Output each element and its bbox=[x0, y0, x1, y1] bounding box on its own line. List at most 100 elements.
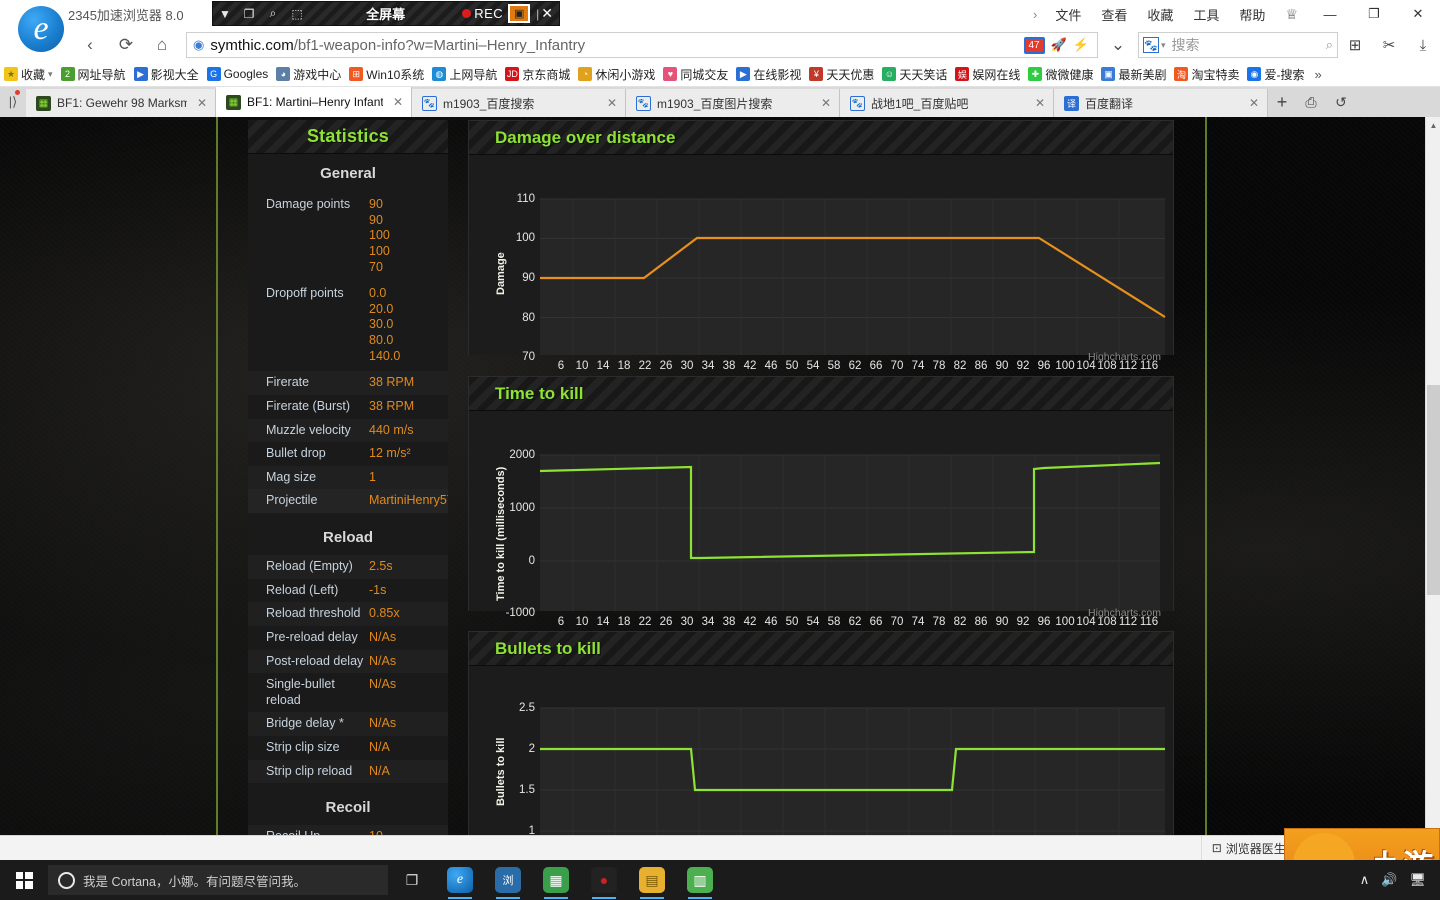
magnifier-icon[interactable]: ⌕ bbox=[261, 6, 285, 21]
restore-tab-icon[interactable]: ↺ bbox=[1326, 87, 1356, 117]
chart-credit[interactable]: Highcharts.com bbox=[1088, 351, 1161, 363]
windows-start-icon[interactable] bbox=[0, 860, 48, 900]
x-tick: 18 bbox=[617, 616, 631, 628]
fullscreen-label[interactable]: 全屏幕 bbox=[309, 4, 462, 23]
search-bar[interactable]: 🐾 ▾ 搜索 ⌕ bbox=[1138, 32, 1338, 58]
bookmark-item[interactable]: ◔ 休闲小游戏 bbox=[574, 62, 659, 86]
chevron-down-icon[interactable]: ▼ bbox=[213, 7, 237, 21]
skin-icon[interactable]: ♕ bbox=[1275, 6, 1308, 23]
bookmark-item[interactable]: ◉ 爱-搜索 bbox=[1243, 62, 1308, 86]
cortana-search-box[interactable]: 我是 Cortana，小娜。有问题尽管问我。 bbox=[48, 865, 388, 895]
browser-doctor-button[interactable]: ⊡ 浏览器医生 bbox=[1200, 835, 1296, 861]
tab-close-icon[interactable]: ✕ bbox=[817, 96, 831, 110]
bookmark-favorites[interactable]: ★ 收藏 ▾ bbox=[0, 62, 57, 86]
back-button[interactable]: ‹ bbox=[72, 30, 108, 60]
rocket-icon[interactable]: 🚀 bbox=[1051, 37, 1067, 53]
maximize-button[interactable]: ❐ bbox=[1352, 0, 1396, 28]
bookmark-item[interactable]: ▶ 在线影视 bbox=[732, 62, 805, 86]
taskbar-notepad-icon[interactable]: ▥ bbox=[676, 860, 724, 900]
close-icon[interactable]: ✕ bbox=[541, 5, 559, 22]
tab-baidu-translate[interactable]: 译 百度翻译 ✕ bbox=[1054, 89, 1268, 117]
url-text[interactable]: symthic.com/bf1-weapon-info?w=Martini–He… bbox=[210, 37, 585, 54]
chevron-down-icon[interactable]: ▾ bbox=[48, 69, 53, 80]
scissors-icon[interactable]: ✂ bbox=[1372, 30, 1406, 60]
task-view-icon[interactable]: ❐ bbox=[388, 860, 436, 900]
taskbar-edge-icon[interactable]: e bbox=[436, 860, 484, 900]
tab-bf1-tieba[interactable]: 🐾 战地1吧_百度贴吧 ✕ bbox=[840, 89, 1054, 117]
chevron-up-icon[interactable]: ∧ bbox=[1360, 872, 1370, 888]
bookmarks-overflow-icon[interactable]: » bbox=[1308, 67, 1327, 82]
tab-close-icon[interactable]: ✕ bbox=[193, 96, 207, 110]
bookmark-item[interactable]: ◕ 游戏中心 bbox=[272, 62, 345, 86]
bookmark-item[interactable]: ¥ 天天优惠 bbox=[805, 62, 878, 86]
home-button[interactable]: ⌂ bbox=[144, 30, 180, 60]
bookmark-item[interactable]: 娱娱网在线 bbox=[951, 62, 1024, 86]
tab-m1903-search[interactable]: 🐾 m1903_百度搜索 ✕ bbox=[412, 89, 626, 117]
volume-icon[interactable]: 🔊 bbox=[1381, 872, 1397, 888]
new-tab-button[interactable]: + bbox=[1268, 87, 1296, 117]
menu-item-file[interactable]: 文件 bbox=[1045, 5, 1091, 24]
region-select-icon[interactable]: ⬚ bbox=[285, 7, 309, 21]
bookmark-item[interactable]: ⊞ Win10系统 bbox=[345, 62, 428, 86]
search-icon[interactable]: ⌕ bbox=[1326, 37, 1333, 53]
lightning-icon[interactable]: ⚡ bbox=[1073, 37, 1089, 53]
tab-close-icon[interactable]: ✕ bbox=[603, 96, 617, 110]
chart-plot-area[interactable]: Bullets to kill 2.5 2 1.5 1 0.5 bbox=[469, 666, 1173, 876]
bookmark-item[interactable]: ▣ 最新美剧 bbox=[1097, 62, 1170, 86]
url-dropdown-button[interactable]: ⌄ bbox=[1100, 30, 1136, 60]
bookmark-item[interactable]: ♥ 同城交友 bbox=[659, 62, 732, 86]
tab-m1903-image-search[interactable]: 🐾 m1903_百度图片搜索 ✕ bbox=[626, 89, 840, 117]
chart-plot-area[interactable]: Damage 110 100 90 80 70 6 10 14 18 22 26… bbox=[469, 155, 1173, 372]
taskbar-browser-2345-icon[interactable]: 浏 bbox=[484, 860, 532, 900]
chart-credit[interactable]: Highcharts.com bbox=[1088, 607, 1161, 619]
reload-button[interactable]: ⟳ bbox=[108, 30, 144, 60]
x-tick: 78 bbox=[932, 616, 946, 628]
camera-icon[interactable]: ▣ bbox=[508, 4, 531, 23]
sidebar-toggle-icon[interactable]: |⟩ bbox=[0, 87, 26, 117]
window-icon[interactable]: ❐ bbox=[237, 7, 261, 21]
tab-close-icon[interactable]: ✕ bbox=[1245, 96, 1259, 110]
bookmark-item[interactable]: ▶ 影视大全 bbox=[130, 62, 203, 86]
tab-close-icon[interactable]: ✕ bbox=[1031, 96, 1045, 110]
vertical-scrollbar[interactable]: ▲ bbox=[1425, 117, 1440, 835]
menu-item-view[interactable]: 查看 bbox=[1091, 5, 1137, 24]
scroll-up-arrow-icon[interactable]: ▲ bbox=[1426, 117, 1440, 133]
notification-badge[interactable]: 47 bbox=[1023, 36, 1045, 54]
tab-gewehr-98[interactable]: ▦ BF1: Gewehr 98 Marksman ✕ bbox=[26, 89, 216, 117]
chevron-right-icon[interactable]: › bbox=[1025, 7, 1045, 22]
close-window-button[interactable]: ✕ bbox=[1396, 0, 1440, 28]
stat-key: Strip clip reload bbox=[266, 763, 353, 778]
bookmarks-bar[interactable]: ★ 收藏 ▾ 2 网址导航 ▶ 影视大全 G Googles ◕ 游戏中心 ⊞ Win10… bbox=[0, 62, 1440, 87]
chart-damage-over-distance: Damage over distance Damage 110 100 90 8… bbox=[468, 120, 1174, 372]
clean-tabs-icon[interactable]: ⎙ bbox=[1296, 87, 1326, 117]
taskbar-file-explorer-icon[interactable]: ▤ bbox=[628, 860, 676, 900]
x-tick: 30 bbox=[680, 616, 694, 628]
baidu-icon[interactable]: 🐾 bbox=[1143, 37, 1159, 53]
network-icon[interactable]: 🖥 bbox=[1409, 872, 1426, 888]
apps-grid-icon[interactable]: ⊞ bbox=[1338, 30, 1372, 60]
bookmark-item[interactable]: ☺ 天天笑话 bbox=[878, 62, 951, 86]
minimize-button[interactable]: — bbox=[1308, 0, 1352, 28]
chart-plot-area[interactable]: Time to kill (milliseconds) 2000 1000 0 … bbox=[469, 411, 1173, 628]
rec-label[interactable]: REC bbox=[474, 6, 503, 21]
bookmark-item[interactable]: ✚ 微微健康 bbox=[1024, 62, 1097, 86]
taskbar-package-icon[interactable]: ▦ bbox=[532, 860, 580, 900]
bookmark-item[interactable]: 淘淘宝特卖 bbox=[1170, 62, 1243, 86]
bookmark-item[interactable]: ◍ 上网导航 bbox=[428, 62, 501, 86]
download-icon[interactable]: ⤓ bbox=[1406, 30, 1440, 60]
menu-item-tools[interactable]: 工具 bbox=[1183, 5, 1229, 24]
taskbar-recorder-icon[interactable]: ● bbox=[580, 860, 628, 900]
bookmark-item[interactable]: JD 京东商城 bbox=[501, 62, 574, 86]
bookmark-label: 影视大全 bbox=[150, 67, 199, 82]
tab-martini-henry[interactable]: ▦ BF1: Martini–Henry Infantry ✕ bbox=[216, 87, 412, 117]
bookmark-item[interactable]: G Googles bbox=[203, 62, 273, 86]
menu-item-help[interactable]: 帮助 bbox=[1229, 5, 1275, 24]
search-input[interactable]: 搜索 bbox=[1166, 35, 1326, 55]
bookmark-item[interactable]: 2 网址导航 bbox=[57, 62, 130, 86]
screen-recorder-toolbar[interactable]: ▼ ❐ ⌕ ⬚ 全屏幕 REC ▣ | ✕ bbox=[212, 1, 560, 26]
url-bar[interactable]: ◉ symthic.com/bf1-weapon-info?w=Martini–… bbox=[186, 32, 1098, 58]
menu-item-favorites[interactable]: 收藏 bbox=[1137, 5, 1183, 24]
scrollbar-thumb[interactable] bbox=[1427, 385, 1440, 595]
tab-close-icon[interactable]: ✕ bbox=[389, 95, 403, 109]
tab-label: m1903_百度搜索 bbox=[443, 96, 535, 111]
